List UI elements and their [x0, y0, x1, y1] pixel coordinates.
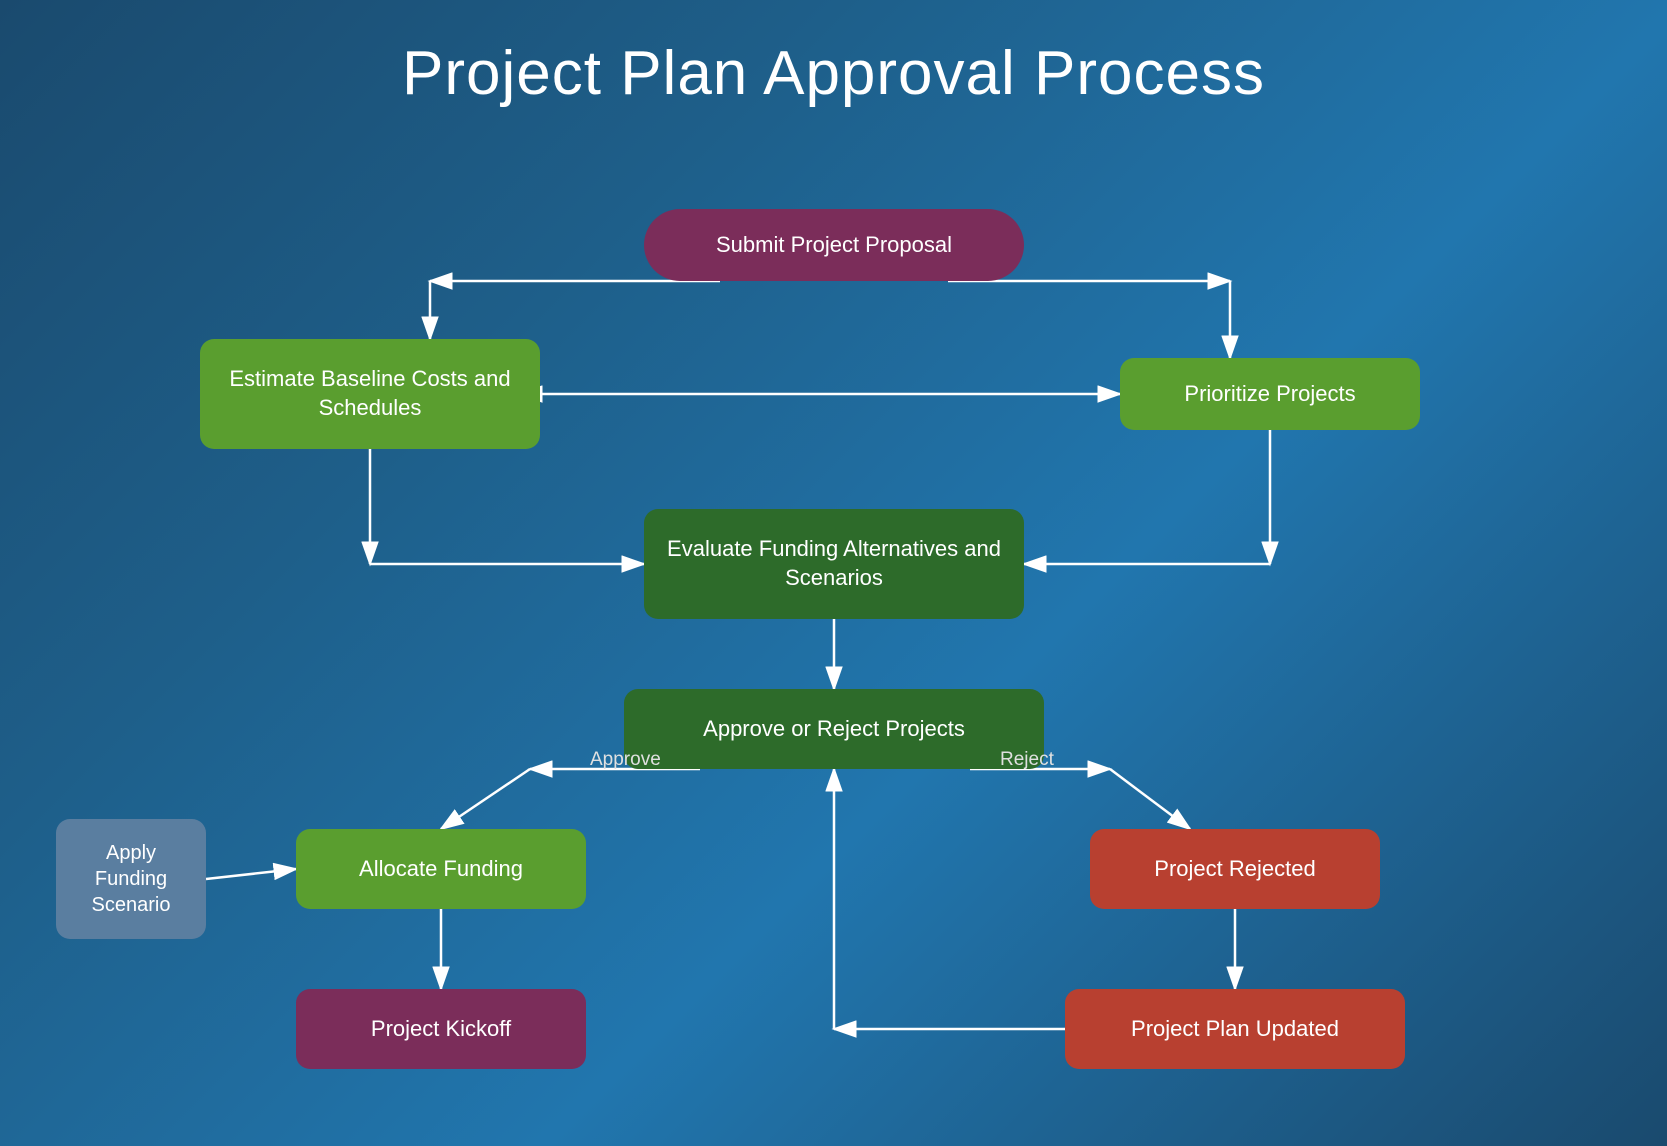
page-title: Project Plan Approval Process — [0, 0, 1667, 119]
reject-label: Reject — [1000, 749, 1054, 771]
node-apply-funding: Apply Funding Scenario — [56, 819, 206, 939]
node-approve-reject: Approve or Reject Projects — [624, 689, 1044, 769]
node-allocate: Allocate Funding — [296, 829, 586, 909]
node-submit: Submit Project Proposal — [644, 209, 1024, 281]
node-evaluate: Evaluate Funding Alternatives and Scenar… — [644, 509, 1024, 619]
node-project-plan-updated: Project Plan Updated — [1065, 989, 1405, 1069]
diagram-area: Submit Project Proposal Estimate Baselin… — [0, 129, 1667, 1099]
node-project-rejected: Project Rejected — [1090, 829, 1380, 909]
approve-label: Approve — [590, 749, 661, 771]
node-estimate: Estimate Baseline Costs and Schedules — [200, 339, 540, 449]
node-prioritize: Prioritize Projects — [1120, 358, 1420, 430]
node-project-kickoff: Project Kickoff — [296, 989, 586, 1069]
